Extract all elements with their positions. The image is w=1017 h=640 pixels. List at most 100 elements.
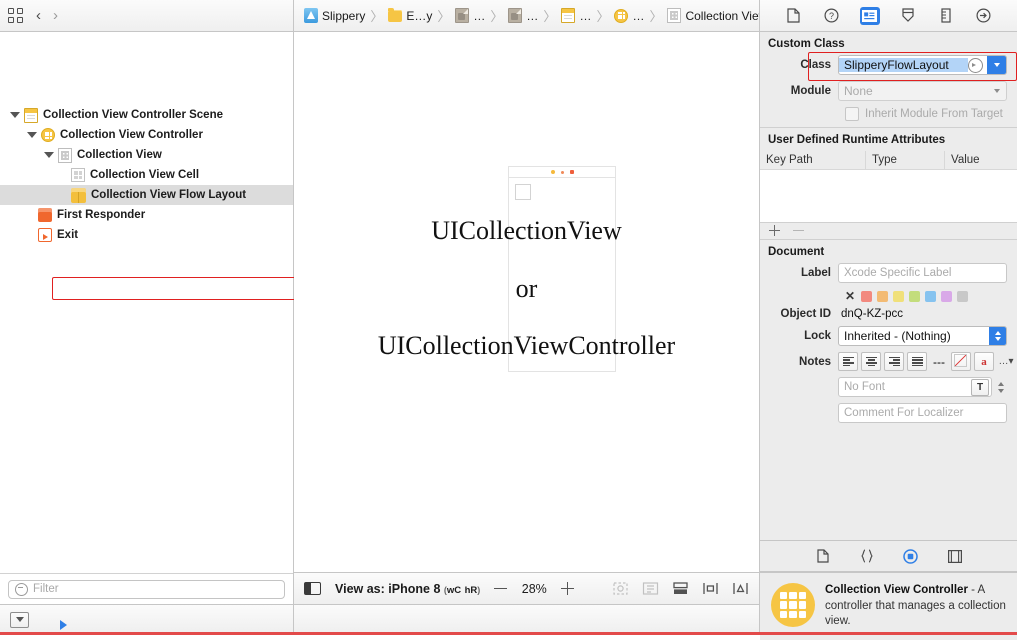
left-panel-toggle-icon[interactable] — [304, 582, 321, 595]
disclosure-triangle-icon[interactable] — [44, 152, 54, 158]
navigator-header: ‹ › — [0, 0, 294, 31]
braces-icon — [860, 549, 873, 563]
align-right-icon[interactable] — [884, 352, 904, 371]
localizer-comment-input[interactable]: Comment For Localizer — [838, 403, 1007, 423]
clear-color-button[interactable]: ✕ — [845, 289, 855, 303]
outline-row-view-controller[interactable]: Collection View Controller — [0, 125, 293, 145]
chevron-down-icon[interactable] — [987, 82, 1006, 100]
breadcrumb-item-document-1[interactable]: … — [455, 8, 485, 23]
lock-select[interactable]: Inherited - (Nothing) — [838, 326, 1007, 346]
outline-row-exit[interactable]: Exit — [0, 225, 293, 245]
add-attribute-button[interactable] — [769, 225, 780, 236]
breadcrumb-label: … — [632, 8, 645, 23]
file-template-library-tab[interactable] — [814, 548, 832, 564]
object-library-tab[interactable] — [902, 548, 920, 564]
resolve-issues-icon[interactable] — [732, 581, 749, 596]
color-swatch[interactable] — [941, 290, 953, 302]
color-swatch[interactable] — [909, 290, 921, 302]
font-panel-button[interactable]: T — [971, 378, 989, 396]
class-value[interactable]: SlipperyFlowLayout — [839, 58, 968, 72]
collection-view-icon — [667, 8, 682, 23]
lock-label: Lock — [804, 330, 831, 342]
connections-inspector-tab[interactable] — [974, 7, 994, 25]
zoom-in-button[interactable] — [561, 582, 575, 595]
outline-row-flow-layout[interactable]: Collection View Flow Layout — [0, 185, 293, 205]
color-swatch[interactable] — [861, 290, 873, 302]
storyboard-icon — [561, 8, 576, 23]
breadcrumb-item-document-2[interactable]: … — [508, 8, 538, 23]
size-inspector-tab[interactable] — [936, 7, 956, 25]
breadcrumb-item-view-controller[interactable]: … — [614, 8, 645, 23]
search-input[interactable]: Filter — [8, 579, 285, 599]
outline-row-label: First Responder — [57, 209, 146, 221]
breadcrumb-item-storyboard[interactable]: … — [561, 8, 591, 23]
font-input[interactable]: No Font T — [838, 377, 992, 397]
jump-to-definition-icon[interactable] — [968, 57, 983, 73]
view-controller-icon — [614, 8, 629, 23]
class-combobox[interactable]: SlipperyFlowLayout — [838, 55, 1007, 75]
align-left-icon[interactable] — [838, 352, 858, 371]
text-color-icon[interactable]: a — [974, 352, 994, 371]
code-snippet-library-tab[interactable] — [858, 548, 876, 564]
collection-view-cell-placeholder[interactable] — [515, 184, 531, 200]
disclosure-box-icon[interactable] — [10, 612, 29, 628]
module-placeholder: None — [844, 84, 873, 98]
column-header-type: Type — [866, 151, 945, 169]
object-id-label: Object ID — [780, 308, 831, 320]
inherit-module-checkbox[interactable] — [845, 107, 859, 121]
quick-help-inspector-tab[interactable]: ? — [822, 7, 842, 25]
disclosure-triangle-icon[interactable] — [27, 132, 37, 138]
breadcrumb-item-project[interactable]: Slippery — [304, 8, 365, 23]
outline-row-first-responder[interactable]: First Responder — [0, 205, 293, 225]
inherit-module-row[interactable]: Inherit Module From Target — [760, 107, 1017, 121]
color-swatch[interactable] — [957, 290, 969, 302]
size-class-h: hR — [464, 584, 478, 596]
color-swatch[interactable] — [925, 290, 937, 302]
breadcrumb-item-collection-view[interactable]: Collection View — [667, 8, 759, 23]
view-as-label[interactable]: View as: iPhone 8 (wC hR) — [335, 582, 480, 596]
align-justify-icon[interactable] — [907, 352, 927, 371]
outline-row-collection-view-cell[interactable]: Collection View Cell — [0, 165, 293, 185]
breadcrumb-item-folder[interactable]: E…y — [388, 8, 432, 23]
library-description: Collection View Controller - A controlle… — [760, 572, 1017, 640]
font-size-stepper[interactable] — [995, 378, 1007, 397]
no-color-icon[interactable] — [951, 352, 971, 371]
runtime-attributes-table[interactable] — [760, 170, 1017, 223]
media-library-tab[interactable] — [946, 548, 964, 564]
more-options-icon[interactable]: …▾ — [997, 353, 1015, 370]
inherit-module-label: Inherit Module From Target — [865, 108, 1003, 120]
arrow-right-circle-icon — [976, 8, 991, 23]
outline-row-scene[interactable]: Collection View Controller Scene — [0, 105, 293, 125]
module-combobox[interactable]: None — [838, 81, 1007, 101]
storyboard-canvas[interactable]: UICollectionView or UICollectionViewCont… — [294, 32, 759, 572]
attributes-inspector-tab[interactable] — [898, 7, 918, 25]
comment-row: Comment For Localizer — [760, 403, 1017, 423]
align-icon[interactable] — [672, 581, 689, 596]
dash-icon[interactable]: dash-icon--- — [930, 353, 948, 370]
lock-stepper-icon[interactable] — [989, 327, 1006, 345]
pin-icon[interactable] — [702, 581, 719, 596]
zoom-out-button[interactable] — [494, 588, 508, 589]
update-frames-icon[interactable] — [612, 581, 629, 596]
breadcrumb: Slippery 〉 E…y 〉 … 〉 … 〉 … 〉 … 〉 Collect… — [294, 0, 759, 31]
outline-row-collection-view[interactable]: Collection View — [0, 145, 293, 165]
collection-view-canvas[interactable] — [508, 178, 616, 372]
back-button[interactable]: ‹ — [36, 8, 41, 23]
embed-in-icon[interactable] — [642, 581, 659, 596]
document-section-title: Document — [768, 246, 825, 258]
identity-inspector-tab[interactable] — [859, 6, 880, 25]
chevron-down-icon[interactable] — [987, 56, 1006, 74]
color-swatch[interactable] — [877, 290, 889, 302]
collection-view-cell-icon — [71, 168, 85, 182]
outline-row-label: Collection View Cell — [90, 169, 200, 181]
file-inspector-tab[interactable] — [784, 7, 804, 25]
grid-squares-icon[interactable] — [8, 8, 23, 23]
align-center-icon[interactable] — [861, 352, 881, 371]
color-swatch[interactable] — [893, 290, 905, 302]
forward-button[interactable]: › — [53, 8, 58, 23]
breadcrumb-separator: 〉 — [437, 9, 451, 24]
object-id-value: dnQ-KZ-pcc — [841, 308, 903, 320]
disclosure-triangle-icon[interactable] — [10, 112, 20, 118]
canvas-panel: UICollectionView or UICollectionViewCont… — [294, 32, 759, 604]
xcode-label-input[interactable]: Xcode Specific Label — [838, 263, 1007, 283]
